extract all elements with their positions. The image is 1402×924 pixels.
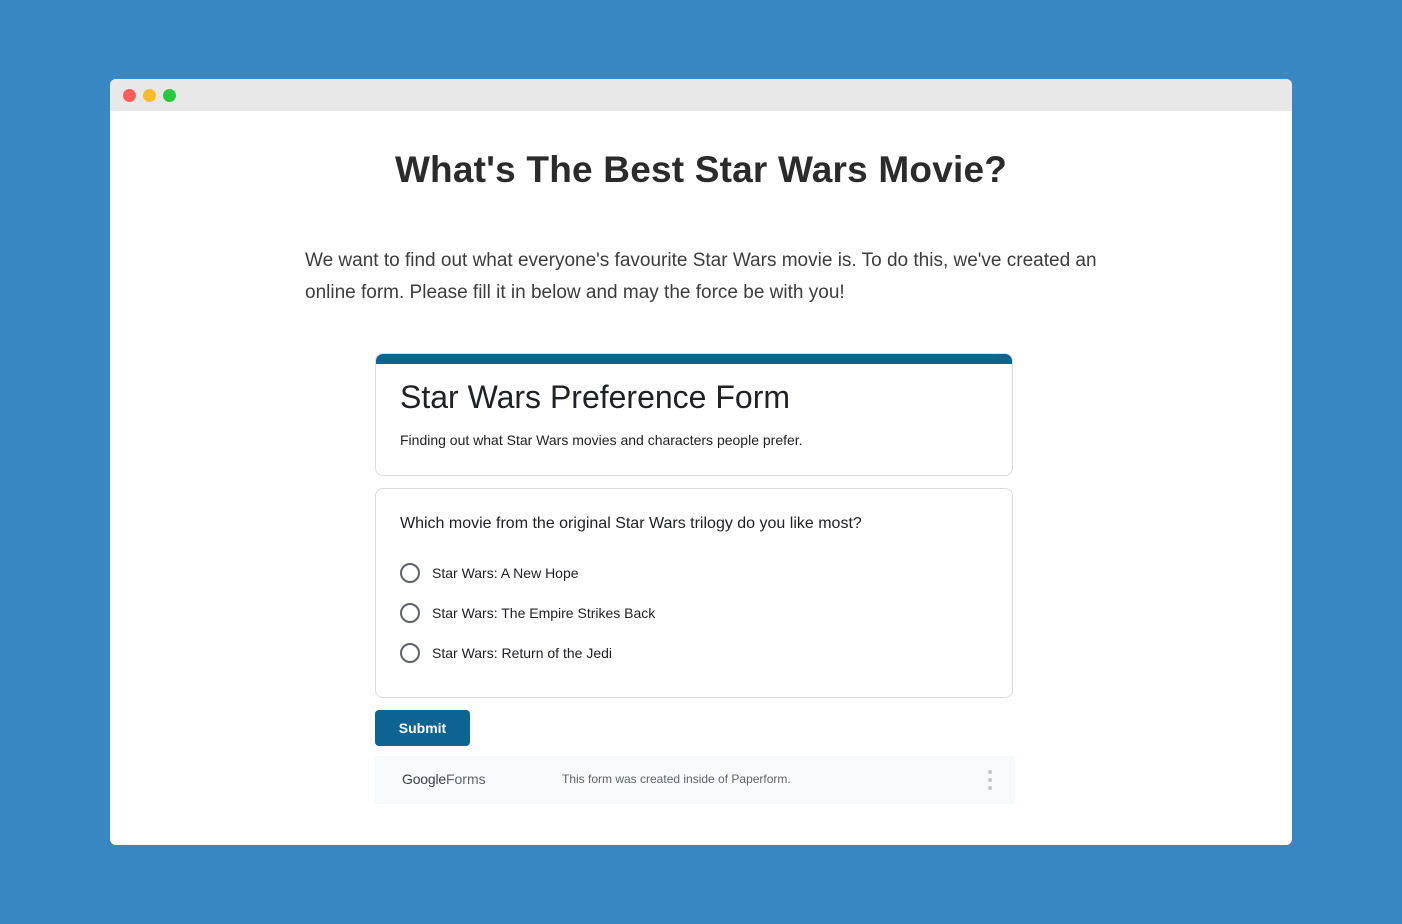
- option-empire-strikes-back[interactable]: Star Wars: The Empire Strikes Back: [400, 601, 655, 625]
- dot: [988, 786, 992, 790]
- maximize-window-icon[interactable]: [163, 89, 176, 102]
- radio-circle-icon[interactable]: [400, 563, 420, 583]
- option-a-new-hope[interactable]: Star Wars: A New Hope: [400, 561, 579, 585]
- question-text: Which movie from the original Star Wars …: [400, 515, 862, 532]
- google-forms-logo[interactable]: GoogleForms: [402, 771, 486, 787]
- option-label: Star Wars: The Empire Strikes Back: [432, 605, 656, 621]
- radio-circle-icon[interactable]: [400, 603, 420, 623]
- question-card: Which movie from the original Star Wars …: [375, 488, 1013, 698]
- submit-button[interactable]: Submit: [375, 710, 470, 746]
- form-description: Finding out what Star Wars movies and ch…: [400, 432, 803, 448]
- option-label: Star Wars: Return of the Jedi: [432, 645, 612, 661]
- dot: [988, 770, 992, 774]
- forms-wordmark: Forms: [445, 771, 486, 787]
- dot: [988, 778, 992, 782]
- option-return-of-the-jedi[interactable]: Star Wars: Return of the Jedi: [400, 641, 612, 665]
- google-wordmark: Google: [402, 771, 446, 787]
- footer-note: This form was created inside of Paperfor…: [562, 772, 791, 786]
- page-title: What's The Best Star Wars Movie?: [394, 149, 1008, 190]
- form-title: Star Wars Preference Form: [400, 379, 791, 415]
- intro-paragraph: We want to find out what everyone's favo…: [305, 250, 1097, 303]
- form-footer: GoogleForms This form was created inside…: [375, 756, 1015, 804]
- browser-window: What's The Best Star Wars Movie? We want…: [110, 79, 1292, 845]
- form-header-card: Star Wars Preference Form Finding out wh…: [375, 353, 1013, 476]
- form-accent-bar: [376, 354, 1012, 364]
- option-label: Star Wars: A New Hope: [432, 565, 579, 581]
- window-titlebar: [110, 79, 1292, 111]
- close-window-icon[interactable]: [123, 89, 136, 102]
- minimize-window-icon[interactable]: [143, 89, 156, 102]
- radio-circle-icon[interactable]: [400, 643, 420, 663]
- more-vert-icon[interactable]: [985, 770, 995, 790]
